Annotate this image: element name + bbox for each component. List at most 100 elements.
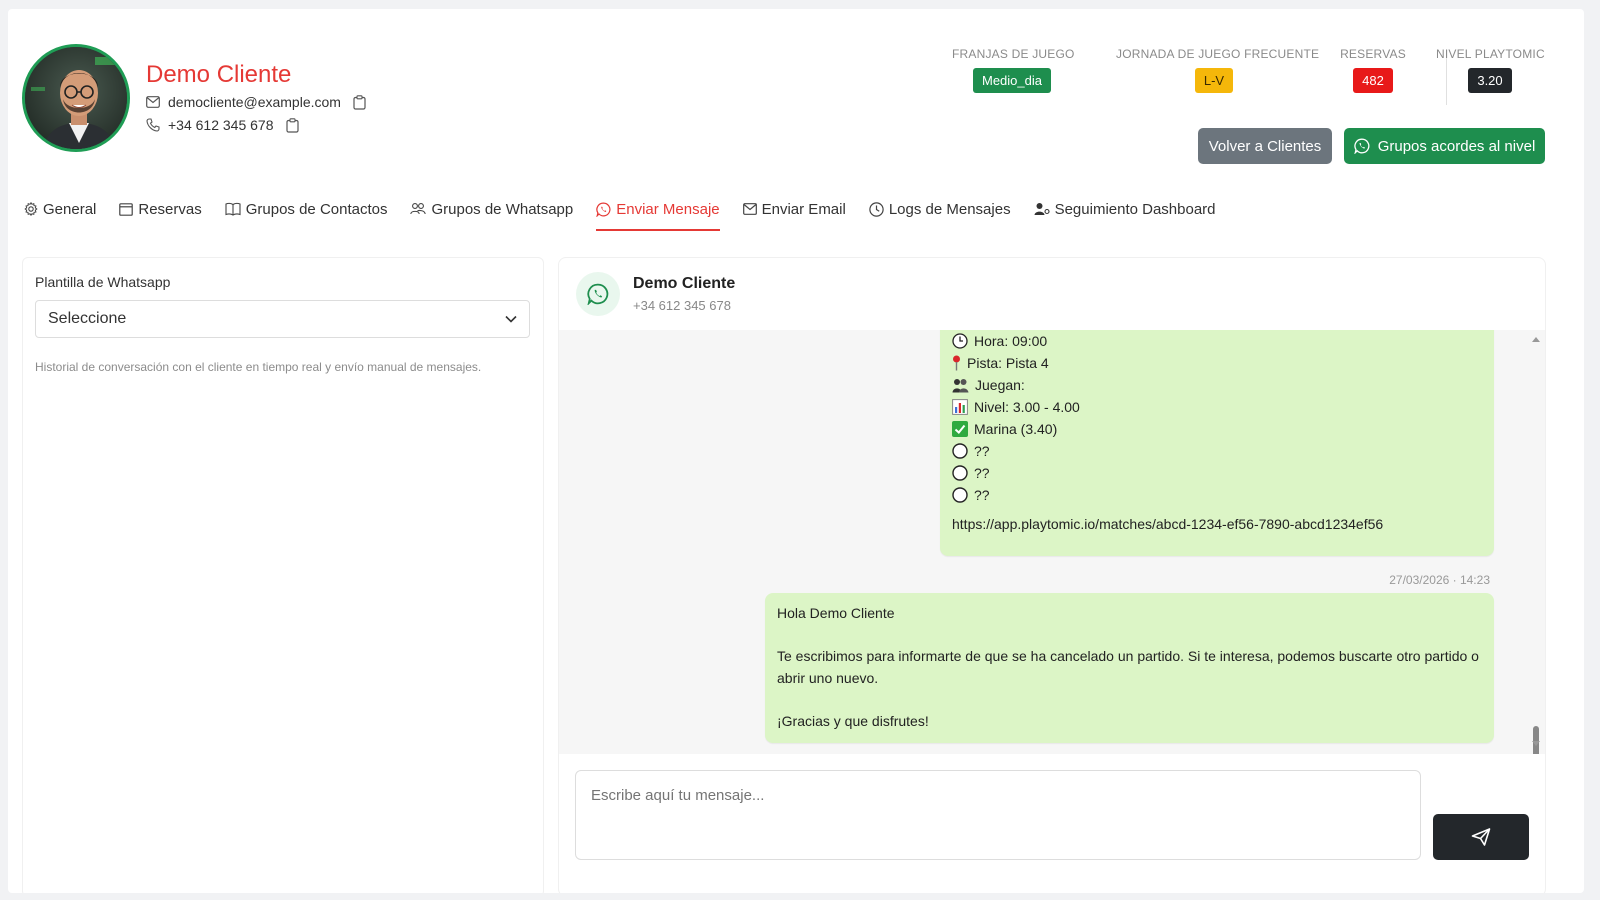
tab-reservas[interactable]: Reservas: [119, 195, 202, 223]
check-emoji-icon: [952, 421, 968, 437]
envelope-icon: [742, 203, 757, 215]
message-bubble: Hora: 09:00 Pista: Pista 4 Juegan: Nivel…: [940, 330, 1494, 556]
chat-contact-phone: +34 612 345 678: [633, 298, 731, 313]
copy-phone-icon[interactable]: [285, 117, 299, 133]
whatsapp-icon: [587, 283, 609, 305]
send-icon: [1471, 828, 1491, 846]
tab-label: Grupos de Whatsapp: [431, 200, 574, 218]
client-detail-page: Demo Cliente democliente@example.com +34…: [8, 9, 1584, 893]
message-line-text: Nivel: 3.00 - 4.00: [974, 399, 1080, 415]
people-icon: [410, 203, 427, 215]
client-email: democliente@example.com: [168, 94, 341, 110]
tab-label: Reservas: [138, 200, 202, 218]
whatsapp-icon: [1354, 138, 1370, 154]
tab-logs-mensajes[interactable]: Logs de Mensajes: [869, 195, 1011, 223]
chat-avatar: [576, 272, 620, 316]
clock-emoji-icon: [952, 333, 968, 349]
client-phone: +34 612 345 678: [168, 117, 274, 133]
tab-enviar-email[interactable]: Enviar Email: [742, 195, 846, 223]
chevron-down-icon: [505, 315, 517, 323]
stat-jornada: JORNADA DE JUEGO FRECUENTE L-V: [1116, 47, 1320, 93]
tab-grupos-contactos[interactable]: Grupos de Contactos: [225, 195, 388, 223]
message-line: Hora: 09:00: [952, 333, 1047, 349]
chat-panel: Demo Cliente +34 612 345 678 Hora: 09:00: [558, 257, 1546, 893]
phone-line: +34 612 345 678: [146, 117, 299, 133]
stat-label: JORNADA DE JUEGO FRECUENTE: [1116, 47, 1320, 61]
template-label: Plantilla de Whatsapp: [35, 274, 171, 290]
circle-emoji-icon: [952, 465, 968, 481]
stat-label: NIVEL PLAYTOMIC: [1436, 47, 1545, 61]
level-groups-button[interactable]: Grupos acordes al nivel: [1344, 128, 1545, 164]
chat-header: Demo Cliente +34 612 345 678: [559, 258, 1545, 330]
tab-general[interactable]: General: [24, 195, 96, 223]
gear-icon: [24, 202, 38, 216]
match-link[interactable]: https://app.playtomic.io/matches/abcd-12…: [952, 516, 1383, 532]
user-gear-icon: [1034, 203, 1050, 215]
stat-label: RESERVAS: [1340, 47, 1406, 61]
phone-icon: [146, 118, 160, 132]
tab-label: Seguimiento Dashboard: [1054, 200, 1216, 218]
level-groups-label: Grupos acordes al nivel: [1377, 137, 1536, 155]
tab-bar: General Reservas Grupos de Contactos Gru…: [24, 195, 1239, 231]
tab-label: Enviar Mensaje: [616, 200, 720, 218]
message-line: Pista: Pista 4: [952, 355, 1049, 371]
message-line-text: ??: [974, 443, 990, 459]
avatar-photo: [25, 47, 127, 149]
circle-emoji-icon: [952, 487, 968, 503]
message-greeting: Hola Demo Cliente: [777, 605, 895, 621]
message-input[interactable]: [575, 770, 1421, 860]
message-line: Nivel: 3.00 - 4.00: [952, 399, 1080, 415]
tab-label: Grupos de Contactos: [245, 200, 388, 218]
message-line-text: ??: [974, 487, 990, 503]
chat-messages: Hora: 09:00 Pista: Pista 4 Juegan: Nivel…: [559, 330, 1545, 754]
book-icon: [225, 202, 241, 216]
tab-label: General: [43, 200, 97, 218]
back-to-clients-label: Volver a Clientes: [1208, 137, 1322, 155]
template-help-text: Historial de conversación con el cliente…: [35, 360, 482, 374]
chart-emoji-icon: [952, 399, 968, 415]
email-line: democliente@example.com: [146, 94, 366, 110]
template-panel: Plantilla de Whatsapp Seleccione Histori…: [22, 257, 544, 893]
template-select[interactable]: Seleccione: [35, 300, 530, 338]
message-line-text: ??: [974, 465, 990, 481]
message-line: ??: [952, 443, 990, 459]
message-body: Te escribimos para informarte de que se …: [777, 648, 1479, 686]
nivel-badge: 3.20: [1468, 68, 1512, 93]
back-to-clients-button[interactable]: Volver a Clientes: [1198, 128, 1332, 164]
message-bubble: Hola Demo Cliente Te escribimos para inf…: [765, 593, 1494, 743]
avatar: [22, 44, 130, 152]
tab-label: Enviar Email: [761, 200, 846, 218]
reservas-badge: 482: [1353, 68, 1393, 93]
tab-seguimiento-dashboard[interactable]: Seguimiento Dashboard: [1034, 195, 1216, 223]
client-name: Demo Cliente: [146, 61, 292, 88]
envelope-icon: [146, 96, 160, 108]
template-select-value: Seleccione: [48, 310, 127, 327]
message-line-text: Juegan:: [975, 377, 1025, 393]
stat-nivel: NIVEL PLAYTOMIC 3.20: [1436, 47, 1545, 93]
scroll-up-icon[interactable]: [1531, 336, 1541, 343]
tab-enviar-mensaje[interactable]: Enviar Mensaje: [596, 195, 721, 231]
message-timestamp: 27/03/2026 · 14:23: [1389, 573, 1490, 587]
message-closing: ¡Gracias y que disfrutes!: [777, 712, 929, 729]
message-line-text: Pista: Pista 4: [967, 355, 1049, 371]
stat-franjas: FRANJAS DE JUEGO Medio_dia: [952, 47, 1075, 93]
chat-contact-name: Demo Cliente: [633, 275, 736, 292]
stat-label: FRANJAS DE JUEGO: [952, 47, 1075, 61]
players-emoji-icon: [952, 378, 969, 392]
clock-icon: [869, 201, 884, 217]
message-line: ??: [952, 487, 990, 503]
jornada-badge: L-V: [1194, 68, 1234, 93]
stat-reservas: RESERVAS 482: [1338, 47, 1408, 93]
pin-emoji-icon: [953, 355, 960, 371]
franjas-badge: Medio_dia: [973, 68, 1051, 93]
whatsapp-icon: [596, 202, 611, 217]
send-button[interactable]: [1433, 814, 1529, 860]
copy-email-icon[interactable]: [353, 94, 366, 110]
tab-label: Logs de Mensajes: [888, 200, 1011, 218]
message-line: ??: [952, 465, 990, 481]
message-line-text: Marina (3.40): [974, 421, 1058, 437]
tab-grupos-whatsapp[interactable]: Grupos de Whatsapp: [410, 195, 573, 223]
message-line: Marina (3.40): [952, 421, 1057, 437]
calendar-icon: [119, 203, 134, 216]
scroll-down-icon[interactable]: [1531, 740, 1541, 747]
